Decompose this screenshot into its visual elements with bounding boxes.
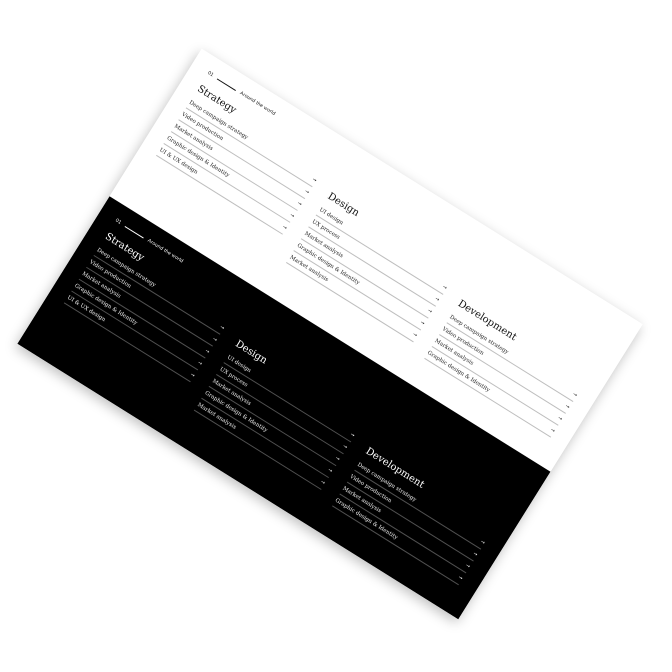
column-strategy: Strategy Deep campaign strategy → Video p… [47, 231, 236, 409]
arrow-right-icon: → [326, 467, 334, 475]
arrow-right-icon: → [471, 550, 479, 559]
arrow-right-icon: → [556, 415, 564, 423]
arrow-right-icon: → [303, 188, 311, 196]
arrow-right-icon: → [456, 574, 464, 582]
arrow-right-icon: → [288, 212, 296, 220]
design-mockup: 01 Around the world Strategy Deep campai… [17, 48, 643, 620]
arrow-right-icon: → [196, 359, 204, 368]
arrow-right-icon: → [281, 224, 288, 232]
section-number: 01 [206, 70, 215, 79]
arrow-right-icon: → [464, 562, 472, 570]
arrow-right-icon: → [218, 324, 226, 332]
arrow-right-icon: → [563, 403, 571, 411]
section-number: 01 [114, 217, 123, 226]
arrow-right-icon: → [441, 283, 448, 292]
arrow-right-icon: → [211, 336, 219, 344]
arrow-right-icon: → [433, 295, 441, 304]
arrow-right-icon: → [319, 479, 327, 487]
arrow-right-icon: → [189, 371, 196, 380]
arrow-right-icon: → [334, 455, 341, 463]
arrow-right-icon: → [549, 426, 556, 435]
arrow-right-icon: → [418, 319, 426, 327]
arrow-right-icon: → [310, 176, 318, 184]
arrow-right-icon: → [348, 431, 356, 439]
arrow-right-icon: → [296, 200, 303, 208]
divider-line [124, 225, 144, 239]
arrow-right-icon: → [426, 307, 434, 316]
arrow-right-icon: → [571, 391, 579, 399]
arrow-right-icon: → [411, 331, 419, 339]
arrow-right-icon: → [479, 538, 486, 547]
column-development: Development Deep campaign strategy → Vide… [331, 446, 496, 587]
divider-line [217, 78, 237, 91]
arrow-right-icon: → [341, 443, 349, 451]
arrow-right-icon: → [203, 347, 211, 356]
